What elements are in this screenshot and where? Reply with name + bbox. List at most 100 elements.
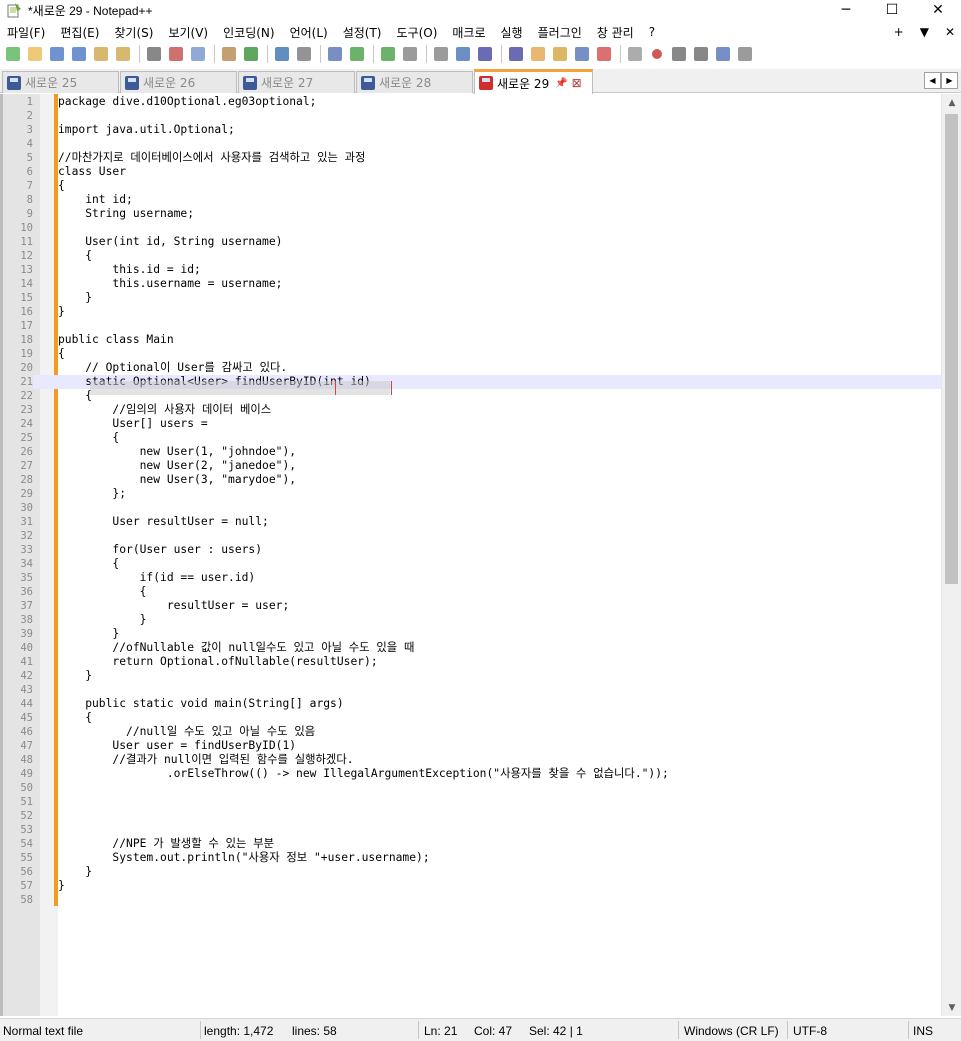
- line-text[interactable]: public class Main: [58, 333, 174, 347]
- code-lines[interactable]: 1 package dive.d10Optional.eg03optional; 2…: [3, 95, 941, 907]
- line-text[interactable]: return Optional.ofNullable(resultUser);: [58, 655, 377, 669]
- code-line[interactable]: 31 User resultUser = null;: [3, 515, 941, 529]
- close-tab-icon[interactable]: ⊠: [572, 76, 582, 90]
- sync-horizontal-icon[interactable]: [431, 44, 451, 64]
- code-line[interactable]: 23 //임의의 사용자 데이터 베이스: [3, 403, 941, 417]
- line-text[interactable]: //NPE 가 발생할 수 있는 부분: [58, 837, 274, 851]
- new-file-icon[interactable]: [3, 44, 23, 64]
- tab-new-29[interactable]: 새로운 29 📌 ⊠: [474, 69, 593, 94]
- code-line[interactable]: 8 int id;: [3, 193, 941, 207]
- close-window-button[interactable]: ✕: [915, 0, 961, 20]
- line-text[interactable]: {: [58, 711, 92, 725]
- code-line[interactable]: 28 new User(3, "marydoe"),: [3, 473, 941, 487]
- editor-area[interactable]: 1 package dive.d10Optional.eg03optional; 2…: [0, 94, 961, 1016]
- find-icon[interactable]: [294, 44, 314, 64]
- code-line[interactable]: 34 {: [3, 557, 941, 571]
- code-line[interactable]: 37 resultUser = user;: [3, 599, 941, 613]
- pin-icon[interactable]: 📌: [555, 78, 567, 89]
- udl-icon[interactable]: [528, 44, 548, 64]
- cut-icon[interactable]: [166, 44, 186, 64]
- stop-macro-icon[interactable]: [669, 44, 689, 64]
- menu-dropdown-button[interactable]: ▼: [920, 25, 929, 39]
- show-all-chars-icon[interactable]: [475, 44, 495, 64]
- code-line[interactable]: 48 //결과가 null이면 입력된 함수를 실행하겠다.: [3, 753, 941, 767]
- code-line[interactable]: 30: [3, 501, 941, 515]
- code-line[interactable]: 50: [3, 781, 941, 795]
- scroll-up-button[interactable]: ▲: [942, 94, 961, 111]
- code-line[interactable]: 20 // Optional이 User를 감싸고 있다.: [3, 361, 941, 375]
- code-line[interactable]: 14 this.username = username;: [3, 277, 941, 291]
- line-text[interactable]: int id;: [58, 193, 133, 207]
- status-insert-mode[interactable]: INS: [913, 1022, 933, 1040]
- close-all-icon[interactable]: [113, 44, 133, 64]
- code-line[interactable]: 52: [3, 809, 941, 823]
- code-line[interactable]: 49 .orElseThrow(() -> new IllegalArgumen…: [3, 767, 941, 781]
- code-line[interactable]: 4: [3, 137, 941, 151]
- menu-item-4[interactable]: 인코딩(N): [216, 24, 282, 41]
- code-line[interactable]: 11 User(int id, String username): [3, 235, 941, 249]
- menu-item-7[interactable]: 도구(O): [390, 24, 446, 41]
- line-text[interactable]: {: [58, 179, 65, 193]
- line-text[interactable]: //결과가 null이면 입력된 함수를 실행하겠다.: [58, 753, 353, 767]
- tab-new-27[interactable]: 새로운 27: [238, 71, 355, 93]
- line-text[interactable]: resultUser = user;: [58, 599, 289, 613]
- tab-scroll-left-button[interactable]: ◀: [924, 72, 941, 89]
- paste-icon[interactable]: [219, 44, 239, 64]
- line-text[interactable]: };: [58, 487, 126, 501]
- code-line[interactable]: 58: [3, 893, 941, 907]
- undo-icon[interactable]: [241, 44, 261, 64]
- code-line[interactable]: 9 String username;: [3, 207, 941, 221]
- line-text[interactable]: //null일 수도 있고 아닐 수도 있음: [58, 725, 315, 739]
- close-icon[interactable]: [91, 44, 111, 64]
- menu-item-6[interactable]: 설정(T): [336, 24, 390, 41]
- status-eol[interactable]: Windows (CR LF): [684, 1022, 779, 1040]
- code-line[interactable]: 46 //null일 수도 있고 아닐 수도 있음: [3, 725, 941, 739]
- scroll-thumb[interactable]: [945, 114, 958, 584]
- redo-icon[interactable]: [272, 44, 292, 64]
- code-line[interactable]: 13 this.id = id;: [3, 263, 941, 277]
- sync-vertical-icon[interactable]: [400, 44, 420, 64]
- line-text[interactable]: User user = findUserByID(1): [58, 739, 296, 753]
- menu-close-doc-button[interactable]: ✕: [945, 25, 955, 39]
- code-line[interactable]: 17: [3, 319, 941, 333]
- code-line[interactable]: 19 {: [3, 347, 941, 361]
- code-line[interactable]: 44 public static void main(String[] args…: [3, 697, 941, 711]
- function-list-icon[interactable]: [572, 44, 592, 64]
- folder-workspace-icon[interactable]: [594, 44, 614, 64]
- code-line[interactable]: 27 new User(2, "janedoe"),: [3, 459, 941, 473]
- line-text[interactable]: }: [58, 613, 147, 627]
- tab-new-28[interactable]: 새로운 28: [356, 71, 473, 93]
- line-text[interactable]: }: [58, 669, 92, 683]
- vertical-scrollbar[interactable]: ▲ ▼: [941, 94, 961, 1016]
- code-line[interactable]: 24 User[] users =: [3, 417, 941, 431]
- save-icon[interactable]: [47, 44, 67, 64]
- code-line[interactable]: 6 class User: [3, 165, 941, 179]
- line-text[interactable]: if(id == user.id): [58, 571, 256, 585]
- maximize-button[interactable]: ☐: [869, 0, 915, 20]
- line-text[interactable]: this.id = id;: [58, 263, 200, 277]
- indent-guide-icon[interactable]: [506, 44, 526, 64]
- code-line[interactable]: 57}: [3, 879, 941, 893]
- line-text[interactable]: User resultUser = null;: [58, 515, 268, 529]
- line-text[interactable]: }: [58, 865, 92, 879]
- code-line[interactable]: 54 //NPE 가 발생할 수 있는 부분: [3, 837, 941, 851]
- menu-item-0[interactable]: 파일(F): [0, 24, 53, 41]
- status-encoding[interactable]: UTF-8: [793, 1022, 827, 1040]
- line-text[interactable]: {: [58, 389, 92, 403]
- menu-item-9[interactable]: 실행: [494, 24, 531, 41]
- code-line[interactable]: 51: [3, 795, 941, 809]
- code-line[interactable]: 32: [3, 529, 941, 543]
- code-line[interactable]: 7{: [3, 179, 941, 193]
- menu-item-2[interactable]: 찾기(S): [107, 24, 161, 41]
- line-text[interactable]: new User(1, "johndoe"),: [58, 445, 296, 459]
- line-text[interactable]: import java.util.Optional;: [58, 123, 235, 137]
- menu-item-11[interactable]: 창 관리: [590, 24, 642, 41]
- line-text[interactable]: String username;: [58, 207, 194, 221]
- run-macro-multiple-icon[interactable]: [713, 44, 733, 64]
- minimize-button[interactable]: ─: [823, 0, 869, 20]
- open-file-icon[interactable]: [25, 44, 45, 64]
- line-text[interactable]: {: [58, 347, 65, 361]
- record-macro-icon[interactable]: [647, 44, 667, 64]
- menu-item-12[interactable]: ?: [642, 25, 663, 39]
- line-text[interactable]: {: [58, 431, 119, 445]
